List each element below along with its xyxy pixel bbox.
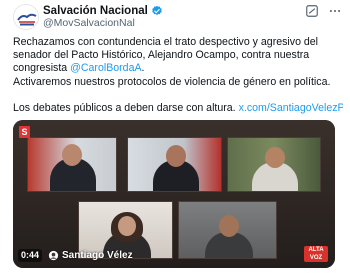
mention-link[interactable]: @CarolBordaA (70, 62, 141, 74)
face-icon (48, 250, 59, 260)
video-tile (227, 137, 321, 192)
avatar[interactable] (13, 4, 39, 30)
external-link[interactable]: x.com/SantiagoVelezP… (239, 102, 343, 114)
tweet-line: senador del Pacto Histórico, Alejandro O… (13, 49, 310, 62)
corner-logo: ALTA VOZ (304, 246, 328, 262)
video-player[interactable]: S ALTA VOZ 0:44 Santiago Vélez (13, 120, 335, 268)
video-tile (127, 137, 222, 192)
video-tile (27, 137, 117, 192)
tweet-line-suffix: . (141, 62, 145, 75)
tweet-line-prefix: congresista (13, 62, 71, 75)
more-options-icon[interactable] (328, 4, 342, 18)
verified-badge-icon (152, 5, 162, 16)
tweet-line-prefix: Los debates públicos a deben darse con a… (13, 101, 239, 114)
channel-logo: S (19, 126, 30, 138)
video-caption: Santiago Vélez (48, 247, 133, 263)
salvacion-nacional-logo (14, 5, 38, 29)
handle[interactable]: @MovSalvacionNal (43, 17, 135, 29)
tweet: Salvación Nacional @MovSalvacionNal Rech… (0, 0, 350, 278)
video-tile (178, 201, 277, 259)
tweet-line: Rechazamos con contundencia el trato des… (13, 36, 319, 48)
video-duration: 0:44 (18, 249, 43, 262)
tweet-line: congresista @CarolBordaA. (13, 62, 343, 75)
tweet-line: Activaremos nuestros protocolos de viole… (13, 75, 331, 88)
tweet-text: Rechazamos con contundencia el trato des… (13, 36, 343, 115)
name-row: Salvación Nacional (43, 4, 163, 18)
grok-icon[interactable] (305, 4, 319, 18)
display-name[interactable]: Salvación Nacional (43, 5, 148, 17)
tweet-line: Los debates públicos a deben darse con a… (13, 102, 343, 115)
caption-text: Santiago Vélez (62, 249, 133, 261)
